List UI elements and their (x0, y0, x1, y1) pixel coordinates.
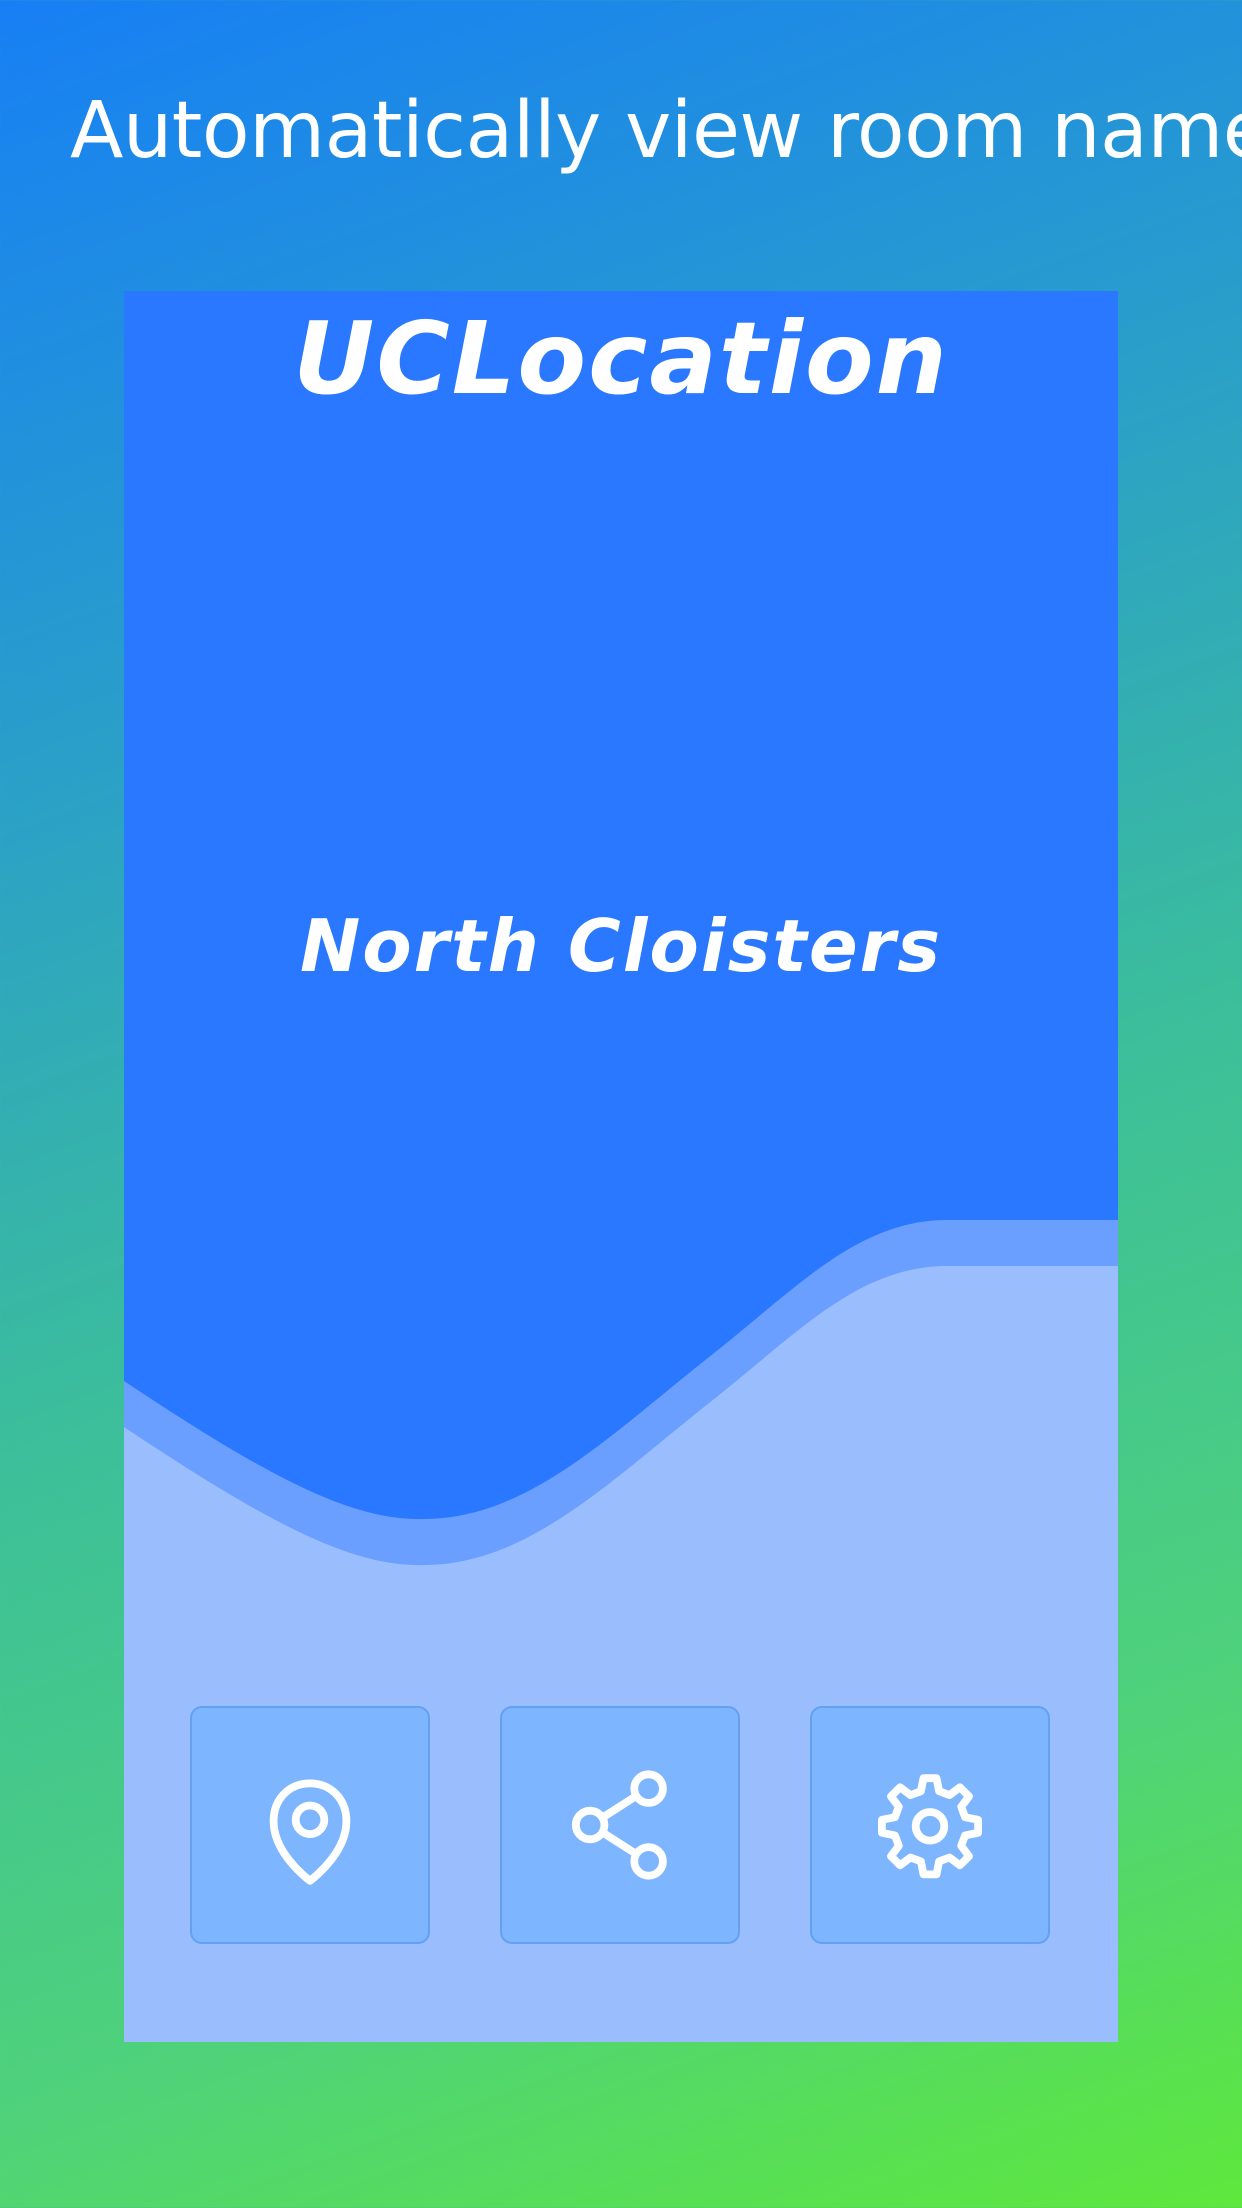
share-icon (571, 1770, 667, 1880)
settings-gear-icon (878, 1774, 982, 1879)
location-button[interactable] (190, 1706, 430, 1944)
promo-caption: Automatically view room name (70, 86, 1242, 176)
settings-button[interactable] (810, 1706, 1050, 1944)
app-title: UCLocation (293, 300, 949, 417)
action-bar (124, 1706, 1118, 1946)
room-name: North Cloisters (299, 904, 943, 988)
app-screen: UCLocation North Cloisters (124, 291, 1118, 2042)
share-button[interactable] (500, 1706, 740, 1944)
location-pin-icon (269, 1779, 351, 1885)
